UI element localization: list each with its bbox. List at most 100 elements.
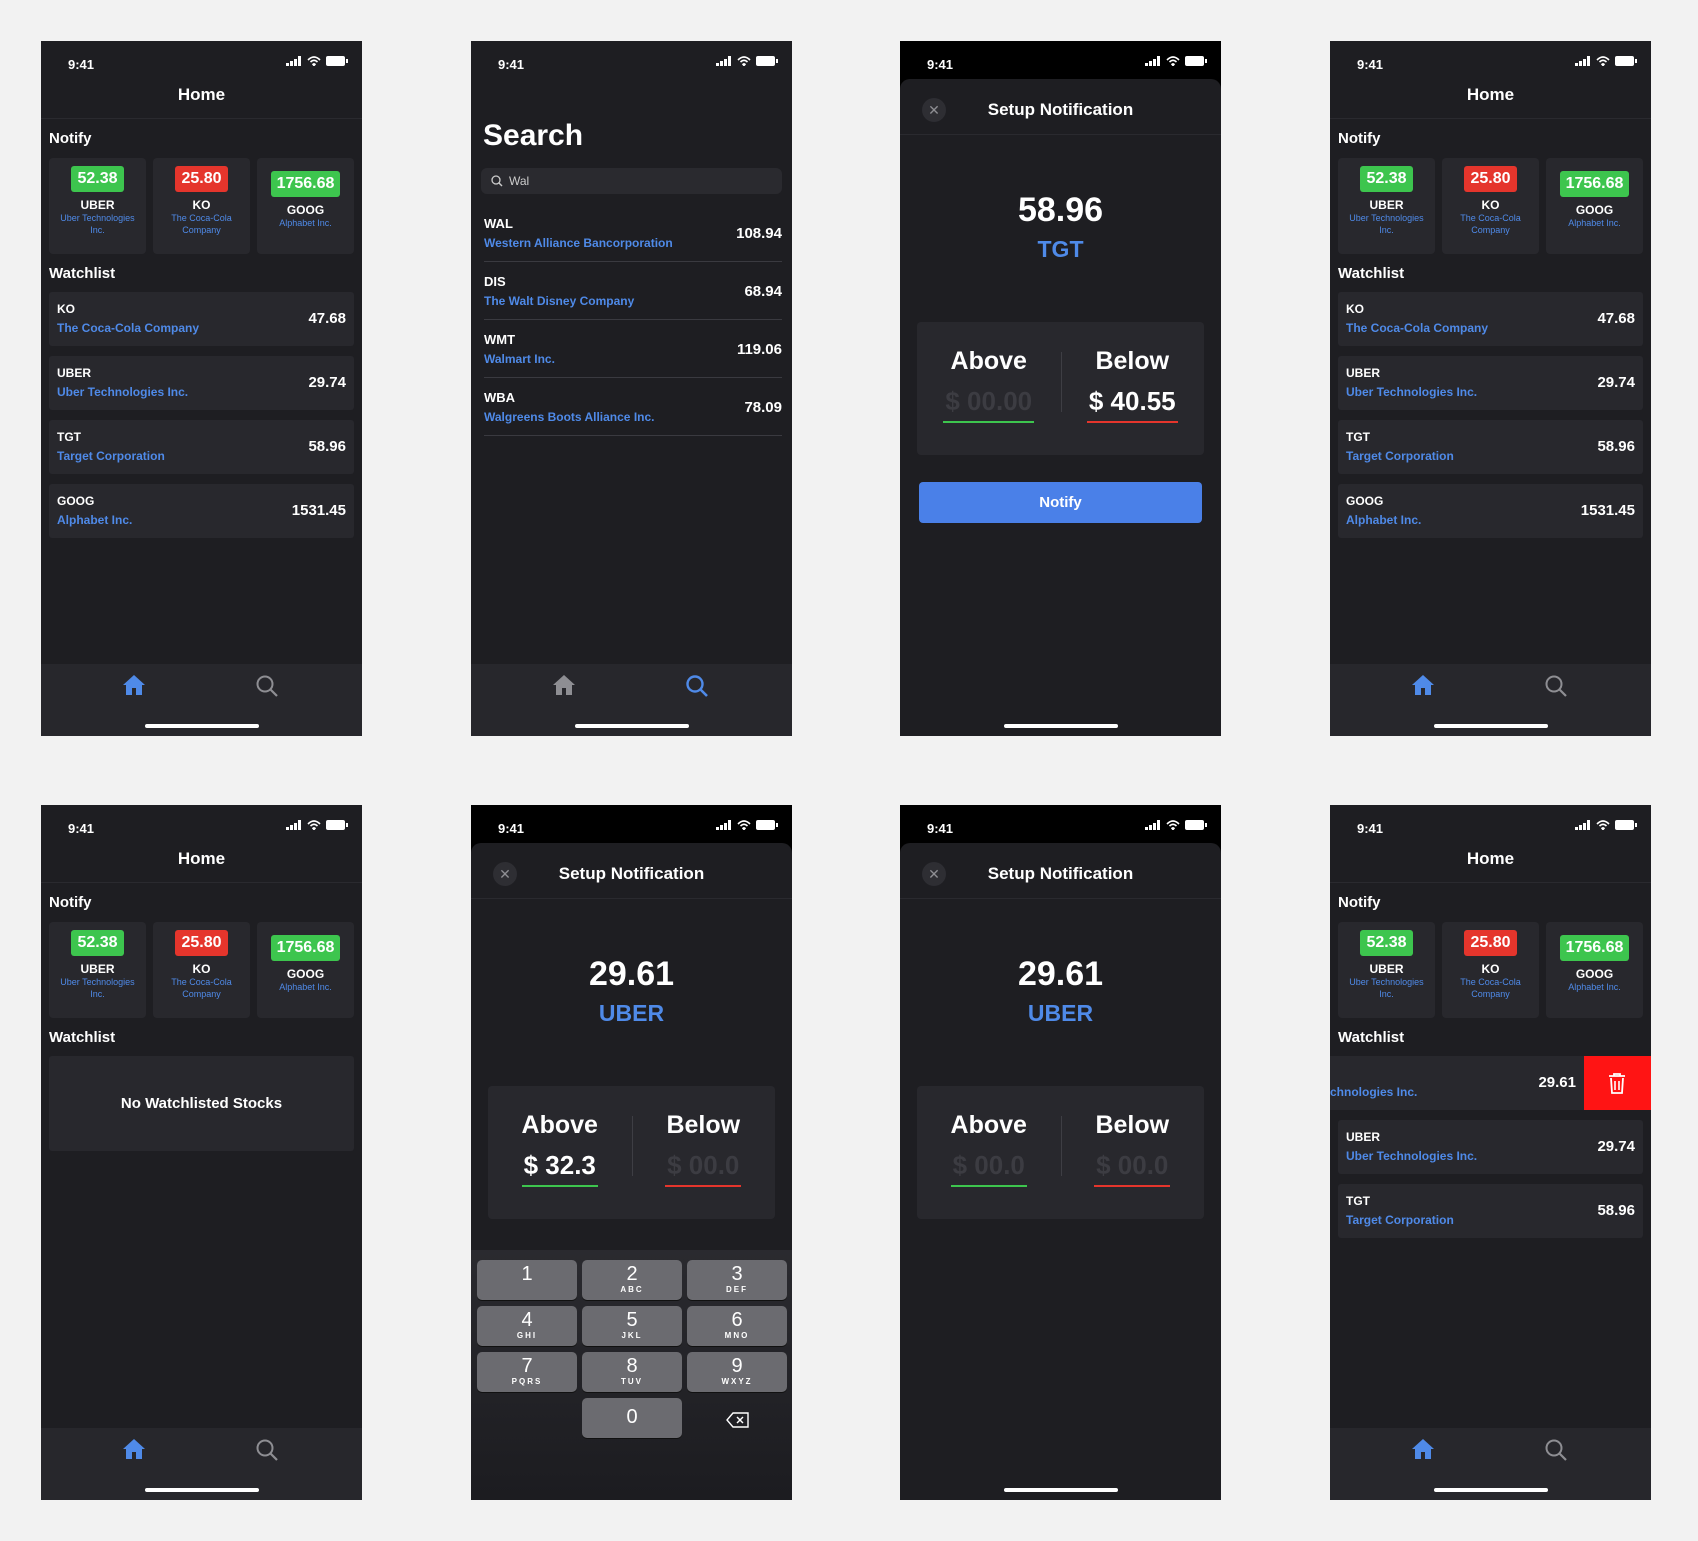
key-0[interactable]: 0 <box>582 1398 682 1438</box>
watchlist-row[interactable]: TGT Target Corporation 58.96 <box>1338 1184 1643 1238</box>
magnifier-icon[interactable] <box>255 674 279 698</box>
price-badge: 52.38 <box>71 930 124 956</box>
key-1[interactable]: 1 <box>477 1260 577 1300</box>
ticker: UBER <box>1369 198 1404 212</box>
watchlist-row[interactable]: TGT Target Corporation 58.96 <box>49 420 354 474</box>
notify-card-uber[interactable]: 52.38 UBER Uber Technologies Inc. <box>1338 922 1435 1018</box>
magnifier-icon[interactable] <box>1544 1438 1568 1462</box>
phone-search: 9:41 Search Wal WAL Western Alliance Banc… <box>471 41 792 736</box>
magnifier-icon[interactable] <box>685 674 709 698</box>
signal-icon <box>286 820 301 830</box>
search-result-row[interactable]: DIS The Walt Disney Company 68.94 <box>484 262 782 320</box>
trash-icon <box>1609 1073 1625 1094</box>
watchlist-row[interactable]: UBER Uber Technologies Inc. 29.74 <box>1338 1120 1643 1174</box>
notify-card-ko[interactable]: 25.80 KO The Coca-Cola Company <box>1442 922 1539 1018</box>
notify-card-ko[interactable]: 25.80 KO The Coca-Cola Company <box>1442 158 1539 254</box>
backspace-icon[interactable] <box>726 1412 750 1428</box>
notify-card-goog[interactable]: 1756.68 GOOG Alphabet Inc. <box>257 922 354 1018</box>
search-result-row[interactable]: WBA Walgreens Boots Alliance Inc. 78.09 <box>484 378 782 436</box>
house-icon[interactable] <box>1411 674 1435 696</box>
watchlist-row[interactable]: TGT Target Corporation 58.96 <box>1338 420 1643 474</box>
company-name: The Coca-Cola Company <box>171 977 232 999</box>
price: 119.06 <box>736 341 782 358</box>
watchlist-row[interactable]: KO The Coca-Cola Company 47.68 <box>1338 292 1643 346</box>
magnifier-icon[interactable] <box>255 1438 279 1462</box>
ticker: KO <box>192 198 211 212</box>
price: 1531.45 <box>1580 502 1635 519</box>
watchlist-row-swiped[interactable]: chnologies Inc. 29.61 <box>1330 1056 1584 1110</box>
notify-card-uber[interactable]: 52.38 UBER Uber Technologies Inc. <box>49 922 146 1018</box>
status-bar: 9:41 <box>1330 805 1651 841</box>
key-9[interactable]: 9 WXYZ <box>687 1352 787 1392</box>
above-field[interactable]: $ 32.3 <box>521 1150 598 1187</box>
price: 1531.45 <box>291 502 346 519</box>
key-2[interactable]: 2 ABC <box>582 1260 682 1300</box>
ticker: TGT <box>1346 1194 1370 1208</box>
notify-heading: Notify <box>1338 894 1381 911</box>
status-bar: 9:41 <box>900 41 1221 77</box>
watchlist-row[interactable]: UBER Uber Technologies Inc. 29.74 <box>1338 356 1643 410</box>
key-7[interactable]: 7 PQRS <box>477 1352 577 1392</box>
watchlist-row[interactable]: UBER Uber Technologies Inc. 29.74 <box>49 356 354 410</box>
above-field[interactable]: $ 00.00 <box>943 386 1035 423</box>
notify-card-goog[interactable]: 1756.68 GOOG Alphabet Inc. <box>1546 158 1643 254</box>
search-result-row[interactable]: WMT Walmart Inc. 119.06 <box>484 320 782 378</box>
search-input[interactable]: Wal <box>481 168 782 194</box>
house-icon[interactable] <box>122 674 146 696</box>
ticker: GOOG <box>1575 967 1614 981</box>
status-bar: 9:41 <box>41 41 362 77</box>
key-3[interactable]: 3 DEF <box>687 1260 787 1300</box>
notify-card-ko[interactable]: 25.80 KO The Coca-Cola Company <box>153 158 250 254</box>
key-8[interactable]: 8 TUV <box>582 1352 682 1392</box>
price: 58.96 <box>308 438 346 455</box>
phone-home-1: 9:41 Home Notify 52.38 UBER Uber Technolog… <box>41 41 362 736</box>
notify-card-uber[interactable]: 52.38 UBER Uber Technologies Inc. <box>1338 158 1435 254</box>
search-result-row[interactable]: WAL Western Alliance Bancorporation 108.94 <box>484 204 782 262</box>
status-time: 9:41 <box>927 821 954 836</box>
company-name: Uber Technologies Inc. <box>1349 977 1424 999</box>
ticker: KO <box>1346 302 1364 316</box>
below-field[interactable]: $ 40.55 <box>1086 386 1178 423</box>
above-column: Above $ 32.3 <box>488 1111 632 1187</box>
house-icon[interactable] <box>552 674 576 696</box>
wifi-icon <box>307 820 321 830</box>
notify-card-goog[interactable]: 1756.68 GOOG Alphabet Inc. <box>1546 922 1643 1018</box>
key-digit: 2 <box>626 1263 638 1285</box>
company-name: Alphabet Inc. <box>1568 982 1621 992</box>
company-name: Uber Technologies Inc. <box>1349 213 1424 235</box>
company-name: Walgreens Boots Alliance Inc. <box>484 410 655 424</box>
company-name: chnologies Inc. <box>1330 1085 1418 1099</box>
below-field[interactable]: $ 00.0 <box>665 1150 742 1187</box>
watchlist-row[interactable]: KO The Coca-Cola Company 47.68 <box>49 292 354 346</box>
wifi-icon <box>1596 820 1610 830</box>
notify-card-goog[interactable]: 1756.68 GOOG Alphabet Inc. <box>257 158 354 254</box>
key-6[interactable]: 6 MNO <box>687 1306 787 1346</box>
sheet-title: Setup Notification <box>987 100 1134 119</box>
magnifier-icon[interactable] <box>1544 674 1568 698</box>
below-field[interactable]: $ 00.0 <box>1094 1150 1171 1187</box>
watchlist-heading: Watchlist <box>49 265 116 282</box>
watchlist-row[interactable]: GOOG Alphabet Inc. 1531.45 <box>1338 484 1643 538</box>
house-icon[interactable] <box>1411 1438 1435 1460</box>
key-4[interactable]: 4 GHI <box>477 1306 577 1346</box>
price-badge: 1756.68 <box>1559 935 1630 961</box>
notify-card-ko[interactable]: 25.80 KO The Coca-Cola Company <box>153 922 250 1018</box>
above-field[interactable]: $ 00.0 <box>950 1150 1027 1187</box>
delete-button[interactable] <box>1584 1056 1651 1110</box>
wifi-icon <box>307 56 321 66</box>
notify-button[interactable]: Notify <box>919 482 1202 523</box>
house-icon[interactable] <box>122 1438 146 1460</box>
notify-card-uber[interactable]: 52.38 UBER Uber Technologies Inc. <box>49 158 146 254</box>
above-column: Above $ 00.00 <box>917 347 1061 423</box>
page-title: Home <box>1466 85 1515 104</box>
watchlist-row[interactable]: GOOG Alphabet Inc. 1531.45 <box>49 484 354 538</box>
price: 78.09 <box>744 399 782 416</box>
price: 108.94 <box>736 225 782 242</box>
key-5[interactable]: 5 JKL <box>582 1306 682 1346</box>
phone-setup-uber-keypad: 9:41 ✕ Setup Notification 29.61 UBER Abo… <box>471 805 792 1500</box>
ticker: KO <box>57 302 75 316</box>
price-badge: 52.38 <box>1360 166 1413 192</box>
threshold-panel: Above $ 32.3 Below $ 00.0 <box>488 1086 775 1219</box>
key-letters: MNO <box>724 1331 750 1340</box>
company-name: Uber Technologies Inc. <box>60 213 135 235</box>
